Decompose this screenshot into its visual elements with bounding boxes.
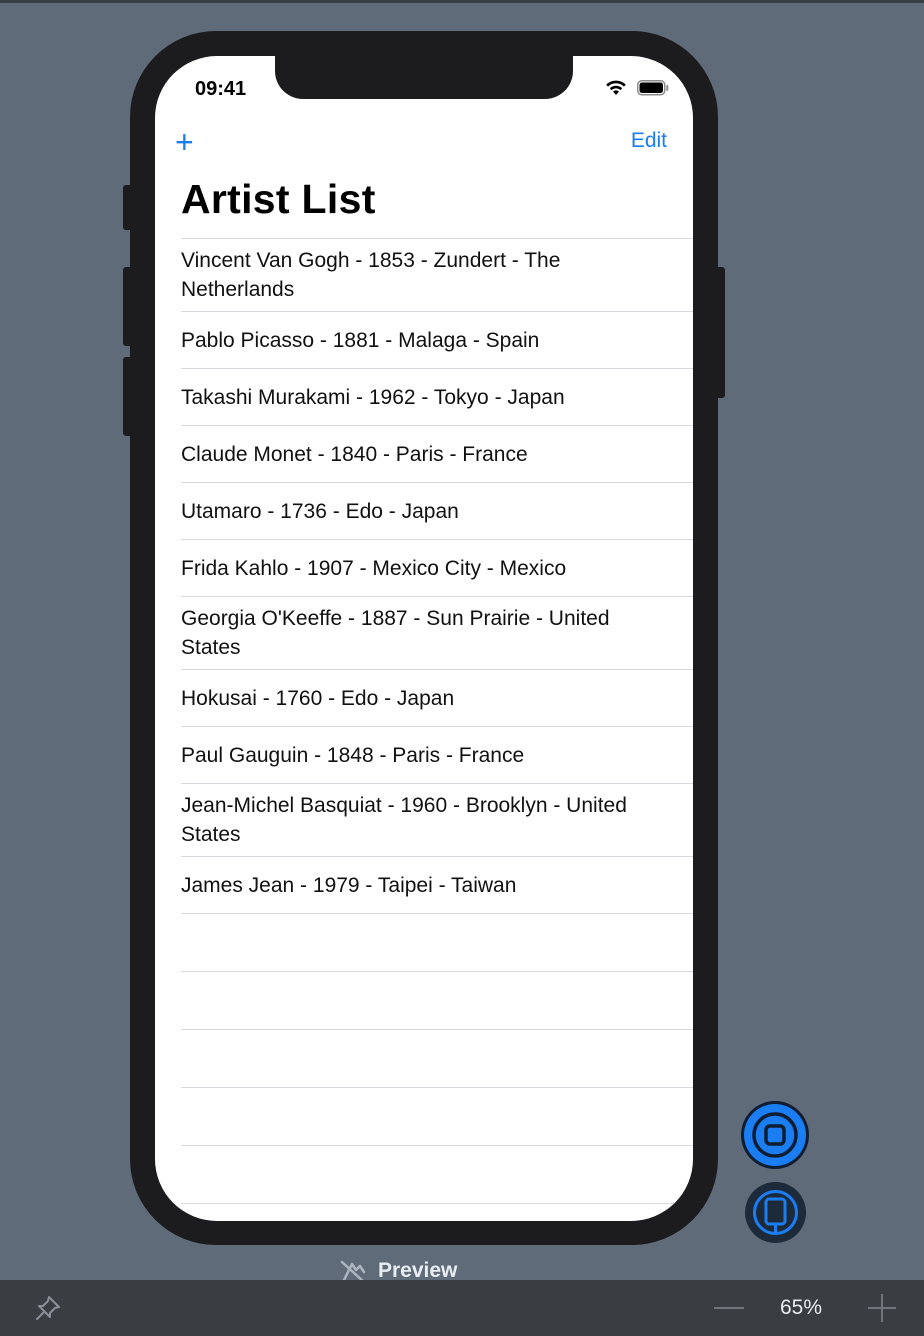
battery-icon bbox=[637, 79, 669, 96]
list-item[interactable]: Claude Monet - 1840 - Paris - France bbox=[181, 425, 693, 482]
wifi-icon bbox=[605, 79, 627, 96]
pin-icon[interactable] bbox=[34, 1294, 62, 1327]
empty-list-row bbox=[181, 913, 693, 971]
status-icons bbox=[605, 79, 669, 96]
list-item[interactable]: James Jean - 1979 - Taipei - Taiwan bbox=[181, 856, 693, 913]
list-item[interactable]: Vincent Van Gogh - 1853 - Zundert - The … bbox=[181, 238, 693, 311]
device-notch bbox=[275, 56, 573, 99]
list-item[interactable]: Hokusai - 1760 - Edo - Japan bbox=[181, 669, 693, 726]
empty-list-row bbox=[181, 971, 693, 1029]
list-item[interactable]: Georgia O'Keeffe - 1887 - Sun Prairie - … bbox=[181, 596, 693, 669]
preview-on-device-button[interactable] bbox=[745, 1182, 806, 1243]
list-item[interactable]: Utamaro - 1736 - Edo - Japan bbox=[181, 482, 693, 539]
canvas-bottom-bar: 65% bbox=[0, 1280, 924, 1336]
edit-button[interactable]: Edit bbox=[631, 129, 667, 153]
list-item-label: James Jean - 1979 - Taipei - Taiwan bbox=[181, 873, 517, 897]
live-preview-button[interactable] bbox=[741, 1101, 809, 1169]
zoom-in-button[interactable] bbox=[867, 1293, 897, 1323]
list-item-label: Georgia O'Keeffe - 1887 - Sun Prairie - … bbox=[181, 607, 610, 659]
list-item[interactable]: Pablo Picasso - 1881 - Malaga - Spain bbox=[181, 311, 693, 368]
status-time: 09:41 bbox=[195, 78, 247, 100]
live-preview-icon bbox=[744, 1104, 806, 1166]
zoom-out-button[interactable] bbox=[714, 1307, 744, 1309]
list-item-label: Utamaro - 1736 - Edo - Japan bbox=[181, 499, 459, 523]
list-item[interactable]: Paul Gauguin - 1848 - Paris - France bbox=[181, 726, 693, 783]
window-top-edge bbox=[0, 0, 924, 3]
empty-list-row bbox=[181, 1145, 693, 1203]
list-item[interactable]: Takashi Murakami - 1962 - Tokyo - Japan bbox=[181, 368, 693, 425]
list-item-label: Jean-Michel Basquiat - 1960 - Brooklyn -… bbox=[181, 794, 627, 846]
list-item[interactable]: Frida Kahlo - 1907 - Mexico City - Mexic… bbox=[181, 539, 693, 596]
zoom-level: 65% bbox=[780, 1296, 823, 1319]
list-item-label: Claude Monet - 1840 - Paris - France bbox=[181, 442, 528, 466]
device-screen: 09:41 + Edit Artist List Vincent Van Gog… bbox=[155, 56, 693, 1221]
add-button[interactable]: + bbox=[175, 126, 194, 158]
empty-list-row bbox=[181, 1087, 693, 1145]
artist-list: Vincent Van Gogh - 1853 - Zundert - The … bbox=[181, 238, 693, 1221]
list-item-label: Frida Kahlo - 1907 - Mexico City - Mexic… bbox=[181, 556, 567, 580]
list-item-label: Hokusai - 1760 - Edo - Japan bbox=[181, 686, 455, 710]
list-item[interactable]: Jean-Michel Basquiat - 1960 - Brooklyn -… bbox=[181, 783, 693, 856]
page-title: Artist List bbox=[181, 176, 376, 222]
empty-list-row bbox=[181, 1029, 693, 1087]
list-item-label: Takashi Murakami - 1962 - Tokyo - Japan bbox=[181, 385, 565, 409]
device-icon bbox=[753, 1190, 798, 1235]
list-item-label: Paul Gauguin - 1848 - Paris - France bbox=[181, 743, 525, 767]
list-item-label: Pablo Picasso - 1881 - Malaga - Spain bbox=[181, 328, 540, 352]
list-item-label: Vincent Van Gogh - 1853 - Zundert - The … bbox=[181, 249, 561, 301]
plus-icon bbox=[868, 1294, 896, 1322]
empty-list-row bbox=[181, 1203, 693, 1221]
